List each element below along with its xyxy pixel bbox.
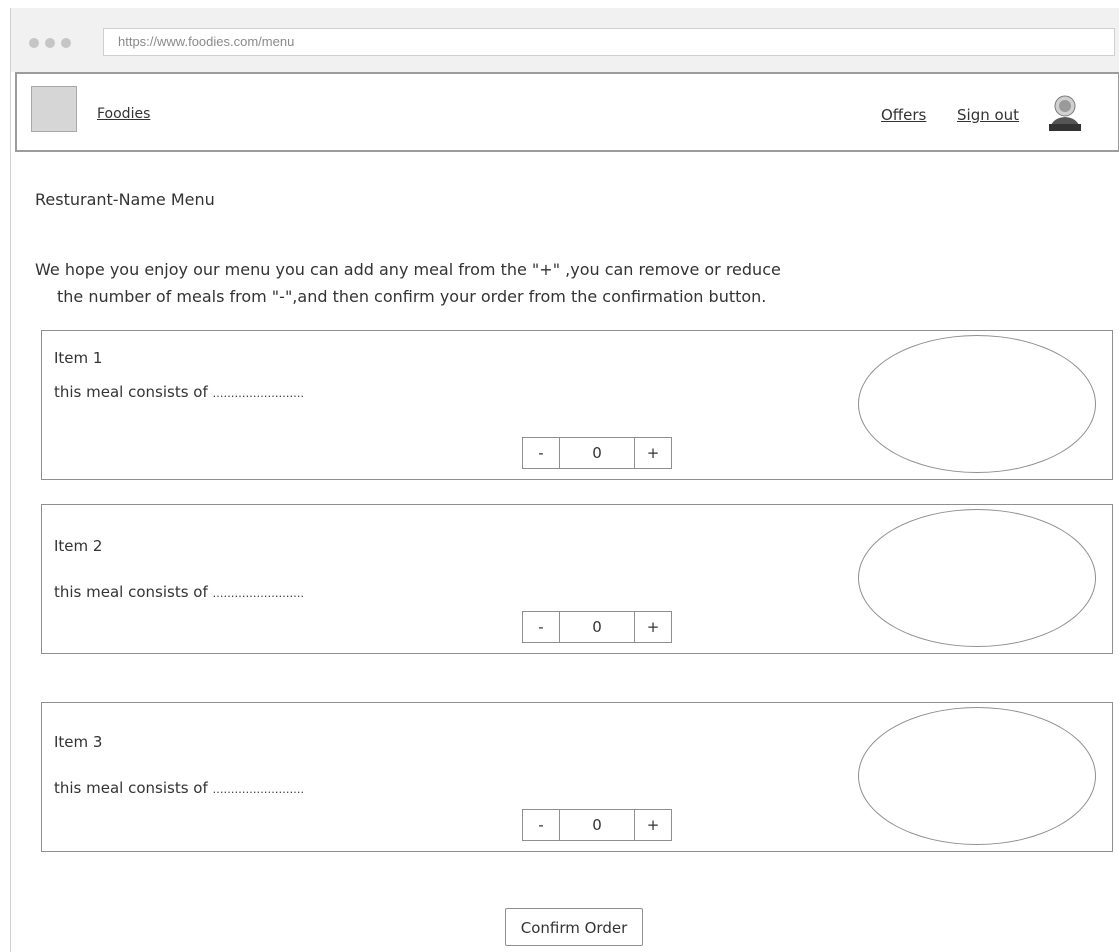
quantity-stepper: - 0 + (522, 611, 672, 643)
item-description: this meal consists of ……………………. (54, 383, 304, 401)
logo-placeholder[interactable] (31, 86, 77, 132)
window-dot-icon[interactable] (45, 38, 55, 48)
quantity-stepper: - 0 + (522, 437, 672, 469)
decrease-button[interactable]: - (523, 810, 559, 840)
address-bar[interactable]: https://www.foodies.com/menu (103, 28, 1115, 56)
increase-button[interactable]: + (635, 810, 671, 840)
page-title: Resturant-Name Menu (35, 190, 215, 209)
sign-out-link[interactable]: Sign out (957, 106, 1019, 124)
item-image-placeholder (858, 707, 1096, 845)
decrease-button[interactable]: - (523, 438, 559, 468)
offers-link[interactable]: Offers (881, 106, 926, 124)
item-description-dots: ……………………. (212, 587, 305, 600)
intro-line-2: the number of meals from "-",and then co… (57, 287, 767, 306)
item-image-placeholder (858, 335, 1096, 473)
browser-window: https://www.foodies.com/menu Foodies Off… (10, 8, 1119, 952)
item-image-placeholder (858, 509, 1096, 647)
window-dot-icon[interactable] (61, 38, 71, 48)
menu-item-card: Item 3 this meal consists of ……………………. -… (41, 702, 1113, 852)
menu-item-card: Item 1 this meal consists of ……………………. -… (41, 330, 1113, 480)
item-name: Item 3 (54, 733, 103, 751)
page-intro: We hope you enjoy our menu you can add a… (35, 256, 781, 310)
item-description-text: this meal consists of (54, 383, 213, 401)
user-avatar-icon[interactable] (1047, 94, 1083, 132)
item-name: Item 1 (54, 349, 103, 367)
item-description-text: this meal consists of (54, 583, 213, 601)
browser-toolbar: https://www.foodies.com/menu (11, 8, 1119, 72)
site-navbar: Foodies Offers Sign out (15, 72, 1119, 152)
quantity-value: 0 (559, 438, 635, 468)
menu-item-card: Item 2 this meal consists of ……………………. -… (41, 504, 1113, 654)
increase-button[interactable]: + (635, 438, 671, 468)
decrease-button[interactable]: - (523, 612, 559, 642)
item-description-dots: ……………………. (212, 783, 305, 796)
confirm-order-button[interactable]: Confirm Order (505, 908, 643, 946)
item-description: this meal consists of ……………………. (54, 583, 304, 601)
item-description-text: this meal consists of (54, 779, 213, 797)
item-description: this meal consists of ……………………. (54, 779, 304, 797)
window-dot-icon[interactable] (29, 38, 39, 48)
quantity-value: 0 (559, 810, 635, 840)
quantity-value: 0 (559, 612, 635, 642)
item-name: Item 2 (54, 537, 103, 555)
brand-link[interactable]: Foodies (97, 106, 150, 122)
quantity-stepper: - 0 + (522, 809, 672, 841)
increase-button[interactable]: + (635, 612, 671, 642)
item-description-dots: ……………………. (212, 387, 305, 400)
intro-line-1: We hope you enjoy our menu you can add a… (35, 260, 781, 279)
window-controls (29, 38, 71, 48)
